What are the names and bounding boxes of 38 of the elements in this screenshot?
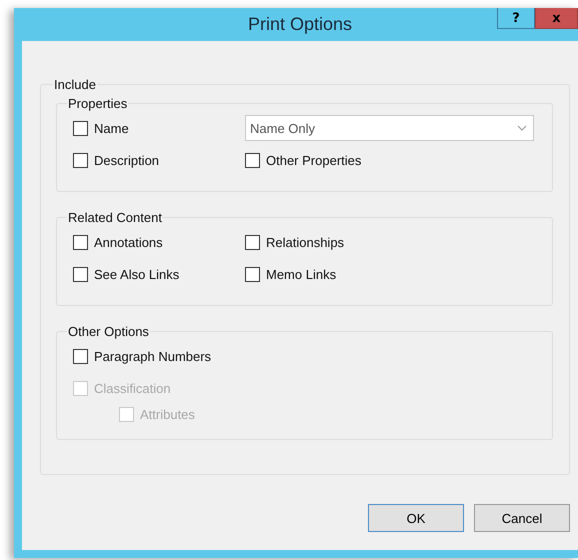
dialog-button[interactable]: Cancel (474, 504, 570, 532)
checkbox-label: Classification (94, 380, 171, 396)
group-label: Related Content (67, 210, 163, 225)
dropdown-value: Name Only (250, 120, 316, 136)
group-label: Other Options (67, 324, 150, 339)
checkbox-label: Other Properties (266, 152, 362, 168)
checkbox-row[interactable]: Memo Links (245, 261, 534, 287)
checkbox-label: Attributes (140, 406, 195, 422)
checkbox-label: Name (94, 120, 129, 136)
checkbox[interactable] (73, 266, 88, 282)
checkbox[interactable] (73, 152, 88, 168)
checkbox[interactable] (245, 266, 260, 282)
close-button[interactable]: x (535, 8, 578, 29)
checkbox-label: Annotations (94, 234, 163, 250)
checkbox[interactable] (245, 152, 260, 168)
checkbox-row[interactable]: Description (73, 147, 245, 173)
checkbox-row[interactable]: Annotations (73, 229, 245, 255)
checkbox-label: Paragraph Numbers (94, 348, 212, 364)
group-label: Include (53, 77, 97, 92)
dropdown[interactable]: Name Only (245, 115, 534, 141)
checkbox-label: Memo Links (266, 266, 336, 282)
checkbox[interactable] (245, 234, 260, 250)
dialog-button[interactable]: OK (368, 504, 464, 532)
checkbox[interactable] (73, 120, 88, 136)
checkbox[interactable] (73, 234, 88, 250)
checkbox-label: Relationships (266, 234, 344, 250)
checkbox-label: Description (94, 152, 160, 168)
chevron-down-icon (517, 125, 527, 131)
group-label: Properties (67, 96, 128, 111)
checkbox-label: See Also Links (94, 266, 180, 282)
checkbox-row[interactable]: Paragraph Numbers (73, 343, 245, 369)
checkbox-row[interactable]: See Also Links (73, 261, 245, 287)
help-button[interactable]: ? (497, 8, 535, 29)
checkbox[interactable] (73, 348, 88, 364)
window-title: Print Options (248, 13, 352, 36)
checkbox-row[interactable]: Other Properties (245, 147, 534, 173)
checkbox-row[interactable]: Relationships (245, 229, 534, 255)
checkbox-row[interactable]: Name (73, 115, 245, 141)
